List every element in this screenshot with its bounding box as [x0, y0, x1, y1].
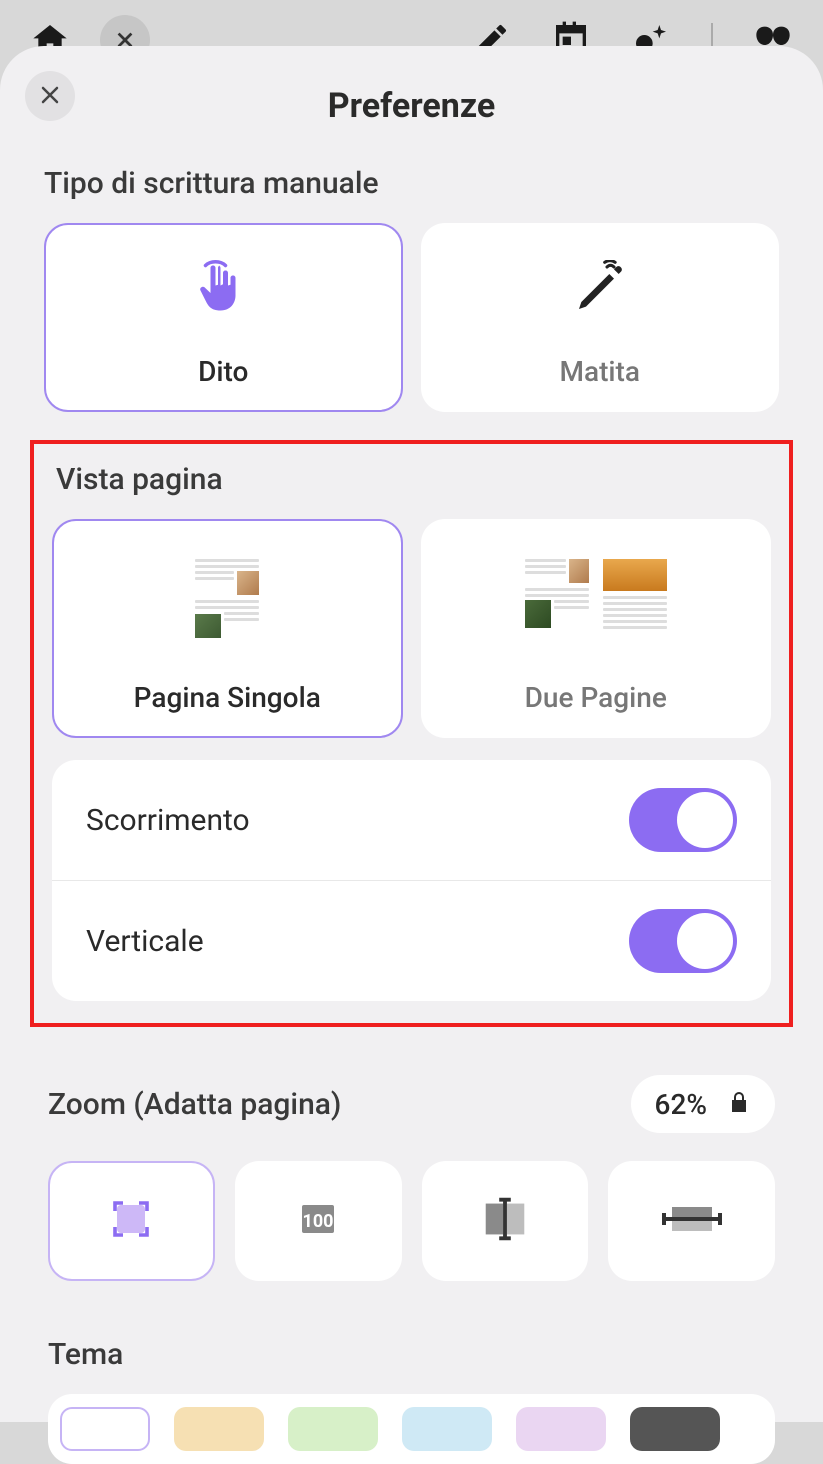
handwriting-section: Tipo di scrittura manuale Dito Matita — [24, 166, 799, 412]
toggle-label: Scorrimento — [86, 803, 250, 838]
zoom-mode-fit-width[interactable] — [422, 1161, 589, 1281]
page-view-label: Vista pagina — [56, 462, 771, 497]
zoom-mode-fit-height[interactable] — [608, 1161, 775, 1281]
handwriting-option-pencil[interactable]: Matita — [421, 223, 780, 412]
svg-text:100: 100 — [303, 1211, 334, 1232]
close-button[interactable] — [25, 71, 75, 121]
theme-color-row — [48, 1394, 775, 1464]
theme-color-option[interactable] — [288, 1407, 378, 1451]
handwriting-option-label: Dito — [198, 355, 248, 388]
page-view-toggles: Scorrimento Verticale — [52, 760, 771, 1001]
handwriting-label: Tipo di scrittura manuale — [44, 166, 779, 201]
zoom-mode-fit-page[interactable] — [48, 1161, 215, 1281]
scroll-toggle[interactable] — [629, 788, 737, 852]
close-icon — [38, 83, 62, 110]
vertical-toggle[interactable] — [629, 909, 737, 973]
single-page-preview — [191, 551, 263, 651]
theme-color-option[interactable] — [402, 1407, 492, 1451]
page-view-option-label: Pagina Singola — [134, 681, 321, 714]
finger-icon — [193, 258, 253, 322]
sheet-title: Preferenze — [24, 86, 799, 126]
fit-width-icon — [478, 1195, 532, 1247]
pencil-icon — [572, 260, 628, 320]
page-view-highlight: Vista pagina Pagina Singola — [30, 440, 793, 1027]
zoom-label: Zoom (Adatta pagina) — [48, 1087, 341, 1122]
handwriting-option-label: Matita — [560, 355, 640, 388]
toggle-row-vertical: Verticale — [52, 880, 771, 1001]
theme-color-option[interactable] — [516, 1407, 606, 1451]
zoom-value-pill[interactable]: 62% — [631, 1075, 775, 1133]
theme-color-option[interactable] — [630, 1407, 720, 1451]
preferences-sheet: Preferenze Tipo di scrittura manuale Dit… — [0, 46, 823, 1422]
zoom-value: 62% — [655, 1088, 707, 1121]
toggle-label: Verticale — [86, 924, 204, 959]
theme-color-option[interactable] — [174, 1407, 264, 1451]
actual-size-icon: 100 — [294, 1195, 342, 1247]
toggle-row-scroll: Scorrimento — [52, 760, 771, 880]
page-view-option-double[interactable]: Due Pagine — [421, 519, 772, 738]
page-view-option-single[interactable]: Pagina Singola — [52, 519, 403, 738]
double-page-preview — [521, 551, 671, 651]
lock-icon — [727, 1088, 751, 1120]
fit-height-icon — [660, 1199, 724, 1243]
theme-label: Tema — [48, 1337, 775, 1372]
zoom-section: Zoom (Adatta pagina) 62% 100 — [24, 1075, 799, 1281]
theme-section: Tema — [24, 1337, 799, 1464]
page-view-option-label: Due Pagine — [525, 681, 667, 714]
handwriting-option-finger[interactable]: Dito — [44, 223, 403, 412]
theme-color-option[interactable] — [60, 1407, 150, 1451]
fit-page-icon — [107, 1195, 155, 1247]
zoom-mode-actual-100[interactable]: 100 — [235, 1161, 402, 1281]
